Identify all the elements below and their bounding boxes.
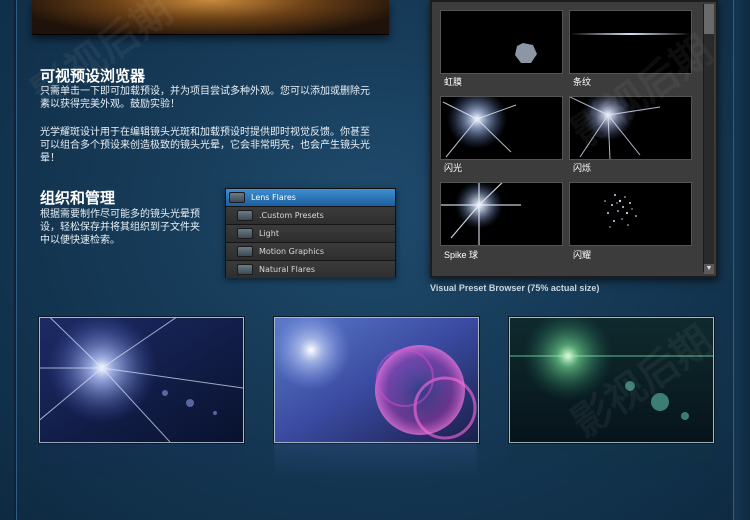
preset-browser-title: 可视预设浏览器: [40, 68, 146, 85]
example-image-pink-rings: [274, 317, 479, 443]
text-line: 可以组合多个预设来创造极致的镜头光晕，它会非常明亮，也会产生镜头光: [40, 140, 370, 151]
preset-browser-paragraph-1: 只需单击一下即可加载预设，并为项目尝试多种外观。您可以添加或删除元 素以获得完美…: [40, 85, 370, 111]
folder-item-lens-flares[interactable]: Lens Flares: [226, 189, 395, 207]
organize-paragraph: 根据需要制作尽可能多的镜头光晕预 设，轻松保存并将其组织到子文件夹 中以便快速检…: [40, 208, 200, 247]
reflection-green-flare: [509, 442, 712, 478]
reflection-pink-rings: [274, 442, 477, 478]
preset-label: 闪耀: [573, 250, 592, 260]
text-line: 只需单击一下即可加载预设，并为项目尝试多种外观。您可以添加或删除元: [40, 86, 370, 97]
preset-thumb-twinkle[interactable]: [569, 96, 692, 160]
folder-item-custom-presets[interactable]: .Custom Presets: [226, 207, 395, 225]
folder-item-motion-graphics[interactable]: Motion Graphics: [226, 243, 395, 261]
folder-item-natural-flares[interactable]: Natural Flares: [226, 261, 395, 278]
text-line: 设，轻松保存并将其组织到子文件夹: [40, 222, 200, 233]
sparkle-preview: [604, 194, 637, 228]
folder-label: Natural Flares: [259, 265, 315, 274]
text-line: 素以获得完美外观。鼓励实验！: [40, 99, 180, 110]
folder-label: Lens Flares: [251, 193, 296, 202]
scroll-down-arrow-icon[interactable]: ▼: [704, 264, 714, 274]
spike-ball-preview: [441, 183, 521, 245]
folder-label: Motion Graphics: [259, 247, 324, 256]
example-image-green-flare: [509, 317, 714, 443]
preset-thumb-iris[interactable]: [440, 10, 563, 74]
folder-item-light[interactable]: Light: [226, 225, 395, 243]
preset-thumb-sparkle[interactable]: [569, 182, 692, 246]
preset-label: 闪光: [444, 163, 463, 173]
folder-icon: [237, 264, 253, 275]
right-frame-border: [733, 0, 750, 520]
preset-folder-panel: Lens Flares .Custom Presets Light Motion…: [225, 188, 396, 278]
scrollbar-thumb[interactable]: [704, 4, 714, 34]
preset-thumb-flash[interactable]: [440, 96, 563, 160]
streak-preview: [570, 33, 691, 35]
example-image-blue-star: [39, 317, 244, 443]
twinkle-preview: [570, 97, 661, 159]
folder-icon: [237, 210, 253, 221]
top-banner-image: [32, 0, 389, 35]
folder-icon: [229, 192, 245, 203]
blue-star-flare-render: [40, 318, 243, 442]
browser-scrollbar[interactable]: [703, 4, 714, 272]
reflection-blue-star: [39, 442, 242, 478]
pink-rings-flare-render: [275, 318, 478, 442]
preset-thumb-streak[interactable]: [569, 10, 692, 74]
preset-label: Spike 球: [444, 250, 479, 260]
preset-thumb-spike-ball[interactable]: [440, 182, 563, 246]
organize-title: 组织和管理: [40, 190, 116, 207]
folder-label: .Custom Presets: [259, 211, 324, 220]
text-line: 根据需要制作尽可能多的镜头光晕预: [40, 209, 200, 220]
text-line: 晕！: [40, 153, 60, 164]
preset-browser-paragraph-2: 光学耀斑设计用于在编辑镜头光斑和加载预设时提供即时视觉反馈。你甚至 可以组合多个…: [40, 126, 370, 165]
left-frame-border: [14, 0, 16, 520]
flash-preview: [442, 97, 517, 158]
text-line: 中以便快速检索。: [40, 235, 120, 246]
preset-label: 条纹: [573, 77, 592, 87]
visual-preset-browser: 虹膜 条纹 闪光 闪烁 Spike 球 闪耀 ▼: [430, 0, 718, 278]
green-flare-render: [510, 318, 713, 442]
folder-icon: [237, 246, 253, 257]
folder-label: Light: [259, 229, 279, 238]
browser-caption: Visual Preset Browser (75% actual size): [430, 283, 600, 293]
iris-preview: [515, 43, 537, 63]
preset-label: 闪烁: [573, 163, 592, 173]
folder-icon: [237, 228, 253, 239]
preset-label: 虹膜: [444, 77, 463, 87]
text-line: 光学耀斑设计用于在编辑镜头光斑和加载预设时提供即时视觉反馈。你甚至: [40, 127, 370, 138]
